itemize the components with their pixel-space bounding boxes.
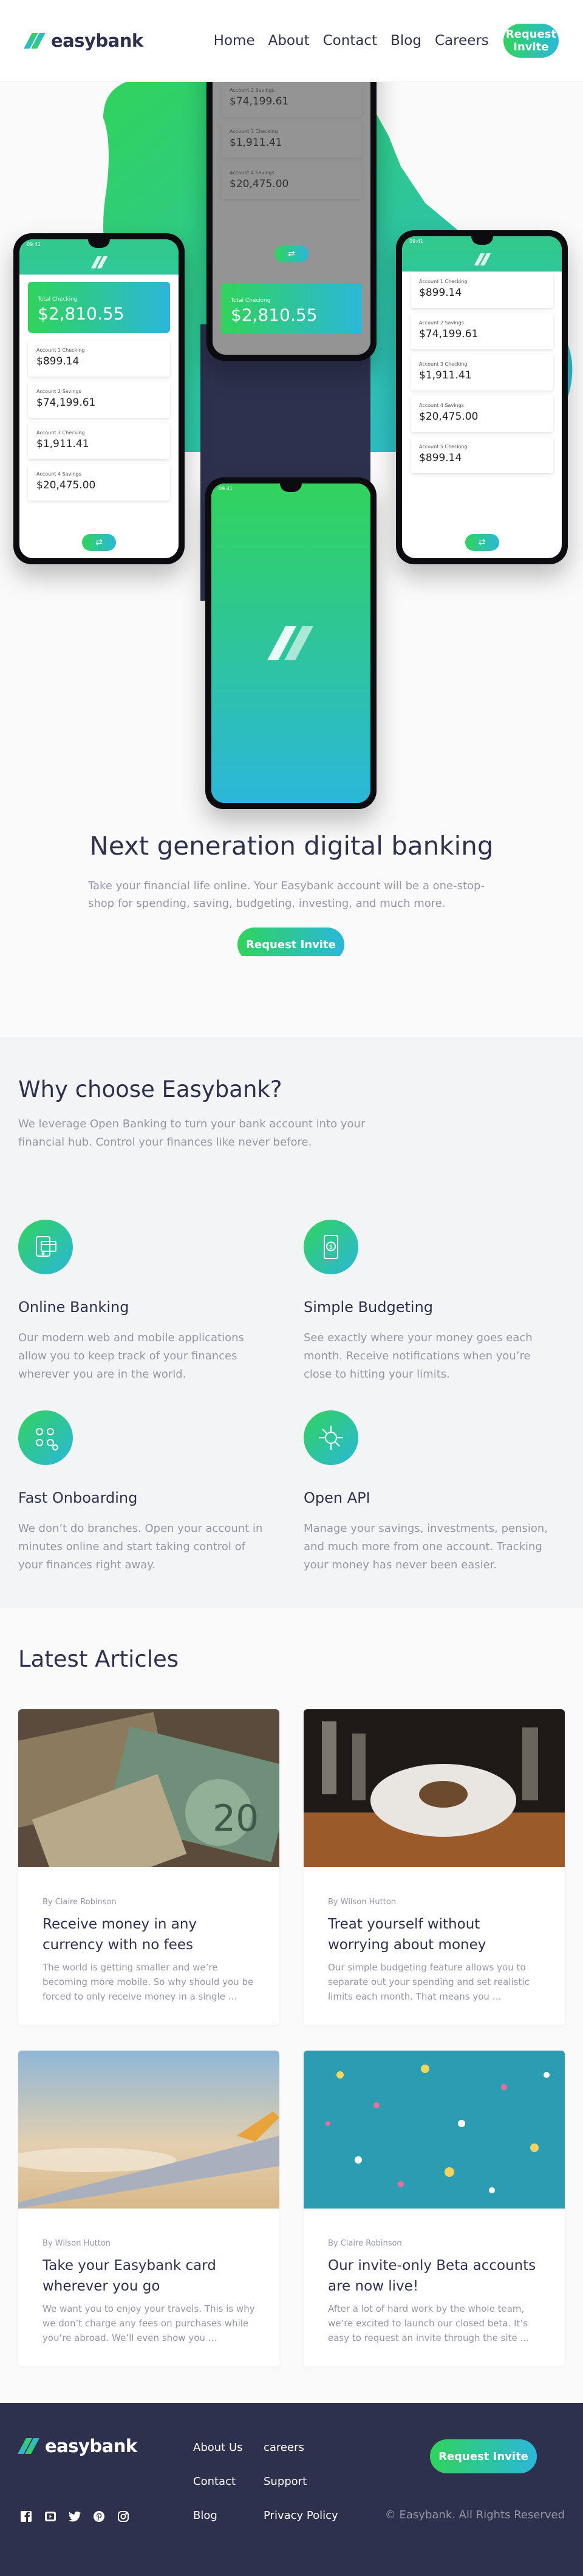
total-balance-card: Total Checking $2,810.55: [221, 283, 362, 334]
header-request-invite-button[interactable]: Request Invite: [503, 24, 559, 58]
account-card: Account 4 Savings $20,475.00: [411, 395, 553, 432]
feature-fast-onboarding: Fast Onboarding We don’t do branches. Op…: [18, 1410, 273, 1574]
site-header: easybank Home About Contact Blog Careers…: [0, 0, 583, 81]
logo-icon: [267, 626, 315, 660]
main-nav: Home About Contact Blog Careers: [214, 33, 489, 49]
footer-link-careers[interactable]: careers: [264, 2442, 349, 2454]
footer-links: About Us careers Contact Support Blog Pr…: [193, 2442, 349, 2522]
logo-icon: [24, 33, 46, 49]
footer-link-contact[interactable]: Contact: [193, 2476, 264, 2488]
logo-text: easybank: [51, 30, 143, 51]
logo[interactable]: easybank: [24, 30, 143, 51]
twitter-icon[interactable]: [67, 2509, 83, 2524]
footer-link-privacy-policy[interactable]: Privacy Policy: [264, 2510, 349, 2522]
article-card[interactable]: By Wilson Hutton Treat yourself without …: [304, 1709, 565, 2025]
articles-title: Latest Articles: [18, 1646, 179, 1672]
footer-request-invite-button[interactable]: Request Invite: [430, 2439, 537, 2473]
feature-simple-budgeting: $ Simple Budgeting See exactly where you…: [304, 1220, 559, 1384]
svg-text:$: $: [329, 1244, 333, 1251]
article-card[interactable]: By Claire Robinson Our invite-only Beta …: [304, 2051, 565, 2366]
hero-request-invite-button[interactable]: Request Invite: [237, 928, 344, 956]
site-footer: easybank About Us careers Contact Suppor…: [0, 2403, 583, 2576]
article-card[interactable]: By Wilson Hutton Take your Easybank card…: [18, 2051, 279, 2366]
account-card: Account 1 Checking $899.14: [411, 272, 553, 308]
article-image-confetti: [304, 2051, 565, 2209]
phone-mockup-top: Account 1 Checking$899.14 Account 2 Savi…: [206, 81, 377, 361]
why-section: Why choose Easybank? We leverage Open Ba…: [0, 1037, 583, 1608]
svg-text:20: 20: [213, 1797, 259, 1840]
nav-about[interactable]: About: [268, 33, 310, 49]
article-image-plane: [18, 2051, 279, 2209]
article-title[interactable]: Take your Easybank card wherever you go: [43, 2255, 255, 2297]
online-banking-icon: [18, 1220, 73, 1274]
footer-link-blog[interactable]: Blog: [193, 2510, 264, 2522]
transfer-icon: ⇄: [82, 534, 116, 551]
budgeting-icon: $: [304, 1220, 358, 1274]
article-title[interactable]: Receive money in any currency with no fe…: [43, 1914, 255, 1955]
instagram-icon[interactable]: [115, 2509, 131, 2524]
logo-icon: [18, 2438, 39, 2454]
api-icon: [304, 1410, 358, 1465]
account-card: Account 3 Checking $1,911.41: [221, 121, 362, 158]
account-card: Account 2 Savings $74,199.61: [411, 313, 553, 349]
article-card[interactable]: 20 By Claire Robinson Receive money in a…: [18, 1709, 279, 2025]
footer-link-support[interactable]: Support: [264, 2476, 349, 2488]
article-image-currency: 20: [18, 1709, 279, 1867]
facebook-icon[interactable]: [18, 2509, 34, 2524]
article-title[interactable]: Our invite-only Beta accounts are now li…: [328, 2255, 540, 2297]
splash-screen: 09:41: [211, 483, 370, 803]
nav-home[interactable]: Home: [214, 33, 255, 49]
onboarding-icon: [18, 1410, 73, 1465]
nav-contact[interactable]: Contact: [323, 33, 377, 49]
phone-mockup-left: 09:41 Total Checking $2,810.55 Account 1…: [13, 233, 185, 564]
transfer-icon: ⇄: [274, 245, 309, 262]
account-card: Account 4 Savings $20,475.00: [28, 464, 170, 501]
phone-mockup-splash: 09:41: [205, 477, 377, 809]
account-card: Account 4 Savings $20,475.00: [221, 163, 362, 199]
article-title[interactable]: Treat yourself without worrying about mo…: [328, 1914, 540, 1955]
account-card: Account 2 Savings $74,199.61: [28, 381, 170, 418]
nav-blog[interactable]: Blog: [390, 33, 421, 49]
feature-open-api: Open API Manage your savings, investment…: [304, 1410, 559, 1574]
social-links: [18, 2509, 131, 2524]
copyright: © Easybank. All Rights Reserved: [384, 2509, 565, 2521]
footer-logo[interactable]: easybank: [18, 2436, 137, 2456]
article-image-restaurant: [304, 1709, 565, 1867]
feature-online-banking: Online Banking Our modern web and mobile…: [18, 1220, 273, 1384]
hero-section: Account 1 Checking$899.14 Account 2 Savi…: [0, 81, 583, 956]
account-card: Account 5 Checking $899.14: [411, 437, 553, 473]
footer-link-about-us[interactable]: About Us: [193, 2442, 264, 2454]
pinterest-icon[interactable]: [91, 2509, 107, 2524]
why-intro: We leverage Open Banking to turn your ba…: [18, 1118, 366, 1149]
account-card: Account 3 Checking $1,911.41: [28, 423, 170, 459]
account-card: Account 2 Savings $74,199.61: [221, 81, 362, 117]
why-title: Why choose Easybank?: [18, 1076, 282, 1102]
phone-mockup-right: 09:41 Account 1 Checking $899.14 Account …: [396, 230, 568, 564]
page: easybank Home About Contact Blog Careers…: [0, 0, 583, 2576]
transfer-icon: ⇄: [465, 534, 499, 551]
hero-description: Take your financial life online. Your Ea…: [88, 880, 485, 910]
hero-title: Next generation digital banking: [89, 831, 494, 861]
youtube-icon[interactable]: [43, 2509, 58, 2524]
account-card: Account 1 Checking $899.14: [28, 340, 170, 377]
nav-careers[interactable]: Careers: [435, 33, 489, 49]
account-card: Account 3 Checking $1,911.41: [411, 354, 553, 391]
total-balance-card: Total Checking $2,810.55: [28, 282, 170, 333]
articles-section: Latest Articles 20 By Claire Robinson Re…: [0, 1608, 583, 2403]
